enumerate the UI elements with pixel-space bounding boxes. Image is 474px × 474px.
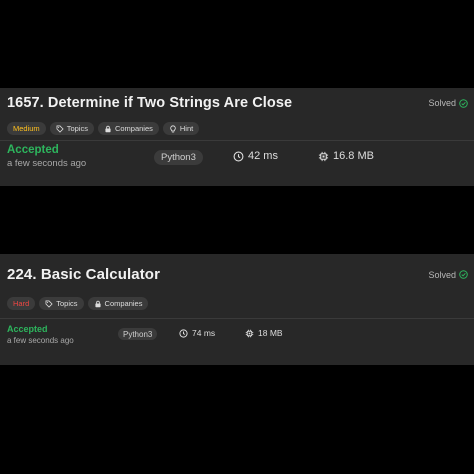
runtime-metric: 42 ms (233, 150, 278, 162)
clock-icon (233, 151, 244, 162)
tag-list: Medium Topics Companies Hint (7, 122, 200, 135)
clock-icon (179, 328, 188, 338)
check-circle-icon (459, 98, 468, 108)
timestamp: a few seconds ago (7, 336, 74, 345)
language-badge: Python3 (154, 150, 203, 165)
topics-tag[interactable]: Topics (39, 297, 84, 310)
title-row: 1657. Determine if Two Strings Are Close… (7, 95, 468, 111)
companies-label: Companies (104, 299, 143, 308)
language-badge: Python3 (118, 328, 158, 340)
difficulty-badge: Hard (7, 297, 36, 310)
page: 1657. Determine if Two Strings Are Close… (0, 0, 474, 474)
submission-status[interactable]: Accepted a few seconds ago (7, 324, 74, 345)
title-row: 224. Basic Calculator Solved (7, 266, 468, 283)
lock-icon (104, 125, 112, 133)
runtime-value: 74 ms (192, 328, 216, 338)
companies-tag[interactable]: Companies (87, 297, 149, 310)
tag-list: Hard Topics Companies (7, 297, 149, 310)
chip-icon (318, 151, 329, 162)
solved-indicator: Solved (428, 98, 468, 108)
memory-metric: 16.8 MB (318, 150, 374, 162)
topics-tag[interactable]: Topics (49, 122, 94, 135)
solved-indicator: Solved (428, 270, 468, 280)
difficulty-label: Medium (13, 124, 40, 133)
memory-metric: 18 MB (245, 328, 283, 338)
divider (0, 318, 474, 319)
status-label: Accepted (7, 324, 48, 334)
runtime-value: 42 ms (248, 150, 278, 162)
difficulty-label: Hard (13, 299, 30, 308)
status-label: Accepted (7, 144, 59, 156)
timestamp: a few seconds ago (7, 158, 87, 169)
divider (0, 140, 474, 141)
topics-label: Topics (66, 124, 88, 133)
tag-icon (56, 125, 64, 133)
topics-label: Topics (56, 299, 78, 308)
memory-value: 18 MB (258, 328, 283, 338)
submission-card: 1657. Determine if Two Strings Are Close… (0, 88, 474, 186)
lightbulb-icon (169, 124, 177, 133)
difficulty-badge: Medium (7, 122, 46, 135)
problem-title[interactable]: 1657. Determine if Two Strings Are Close (7, 95, 292, 111)
submission-status[interactable]: Accepted a few seconds ago (7, 144, 86, 169)
submission-card: 224. Basic Calculator Solved Hard Topics (0, 254, 474, 365)
solved-label: Solved (428, 98, 456, 108)
lock-icon (94, 300, 102, 308)
hint-tag[interactable]: Hint (162, 122, 200, 135)
hint-label: Hint (179, 124, 194, 133)
companies-label: Companies (114, 124, 153, 133)
runtime-metric: 74 ms (179, 328, 215, 338)
solved-label: Solved (428, 269, 456, 280)
chip-icon (245, 329, 254, 338)
tag-icon (45, 300, 53, 308)
problem-title[interactable]: 224. Basic Calculator (7, 266, 160, 283)
check-circle-icon (459, 270, 468, 279)
companies-tag[interactable]: Companies (97, 122, 159, 135)
memory-value: 16.8 MB (333, 150, 374, 162)
